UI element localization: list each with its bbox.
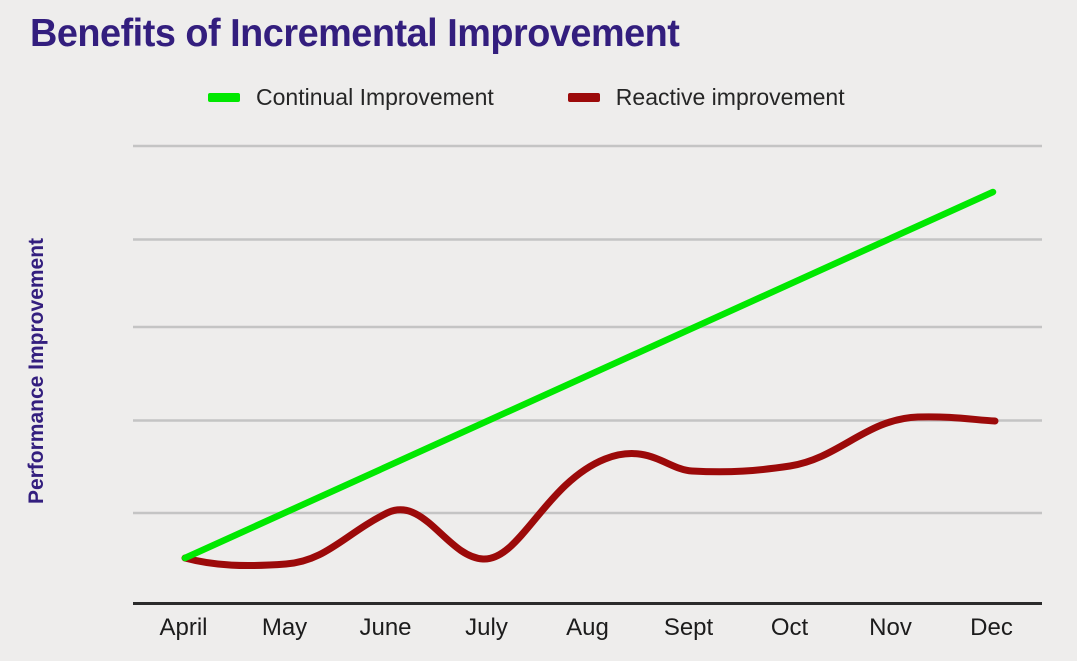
x-tick-label: April xyxy=(159,614,208,641)
x-axis-tick-labels: April May June July Aug Sept Oct Nov Dec xyxy=(133,614,1042,642)
x-tick-label: June xyxy=(359,614,412,641)
x-tick-label: July xyxy=(465,614,508,641)
x-tick-label: Sept xyxy=(663,614,714,641)
plot-area xyxy=(133,144,1042,605)
x-tick-label: Oct xyxy=(770,614,809,641)
gridlines xyxy=(133,144,1042,515)
x-tick-label: Dec xyxy=(970,614,1013,641)
series-line-continual-improvement xyxy=(181,188,997,562)
x-tick-label: Aug xyxy=(566,614,609,641)
series-line-reactive-improvement xyxy=(181,413,999,570)
x-tick-label: May xyxy=(261,614,308,641)
chart-container: Benefits of Incremental Improvement Cont… xyxy=(0,0,1077,661)
x-tick-label: Nov xyxy=(869,614,912,641)
